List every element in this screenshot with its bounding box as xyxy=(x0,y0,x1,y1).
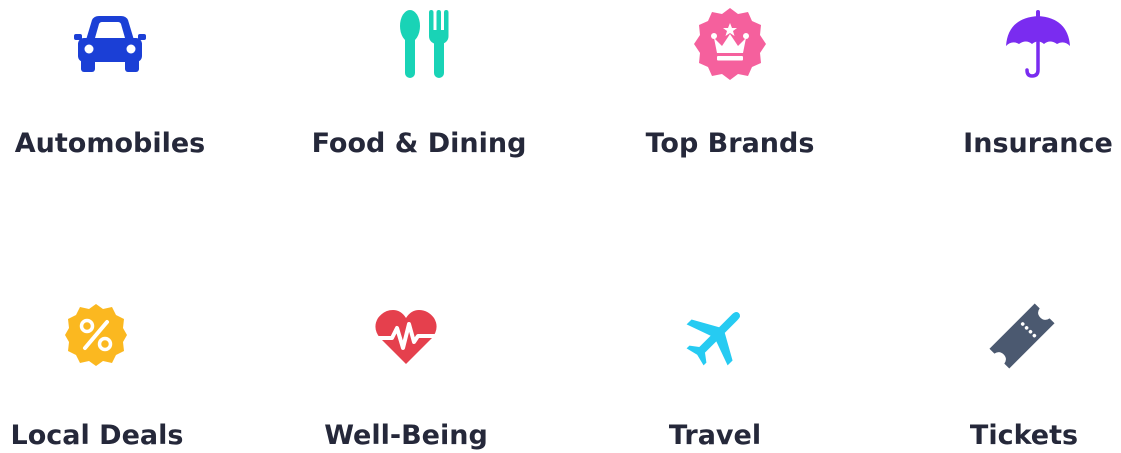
ticket-icon xyxy=(984,298,1060,374)
heartbeat-icon xyxy=(374,308,438,366)
crown-badge-icon xyxy=(692,6,768,82)
category-label: Insurance xyxy=(963,128,1113,159)
percent-badge-icon xyxy=(63,302,129,368)
category-food-dining[interactable]: Food & Dining xyxy=(290,0,560,190)
airplane-icon xyxy=(684,302,750,368)
category-travel[interactable]: Travel xyxy=(620,290,820,452)
category-label: Well-Being xyxy=(324,420,488,451)
category-local-deals[interactable]: Local Deals xyxy=(0,290,220,452)
category-label: Food & Dining xyxy=(311,128,527,159)
category-label: Local Deals xyxy=(10,420,184,451)
category-tickets[interactable]: Tickets xyxy=(920,290,1121,452)
category-label: Automobiles xyxy=(14,128,206,159)
category-label: Travel xyxy=(668,420,762,451)
category-top-brands[interactable]: Top Brands xyxy=(610,0,850,190)
category-well-being[interactable]: Well-Being xyxy=(300,290,520,452)
category-automobiles[interactable]: Automobiles xyxy=(0,0,240,190)
fork-spoon-icon xyxy=(396,8,452,80)
category-label: Tickets xyxy=(969,420,1079,451)
car-icon xyxy=(72,14,148,74)
category-insurance[interactable]: Insurance xyxy=(930,0,1121,190)
umbrella-icon xyxy=(1004,8,1072,78)
category-label: Top Brands xyxy=(645,128,815,159)
